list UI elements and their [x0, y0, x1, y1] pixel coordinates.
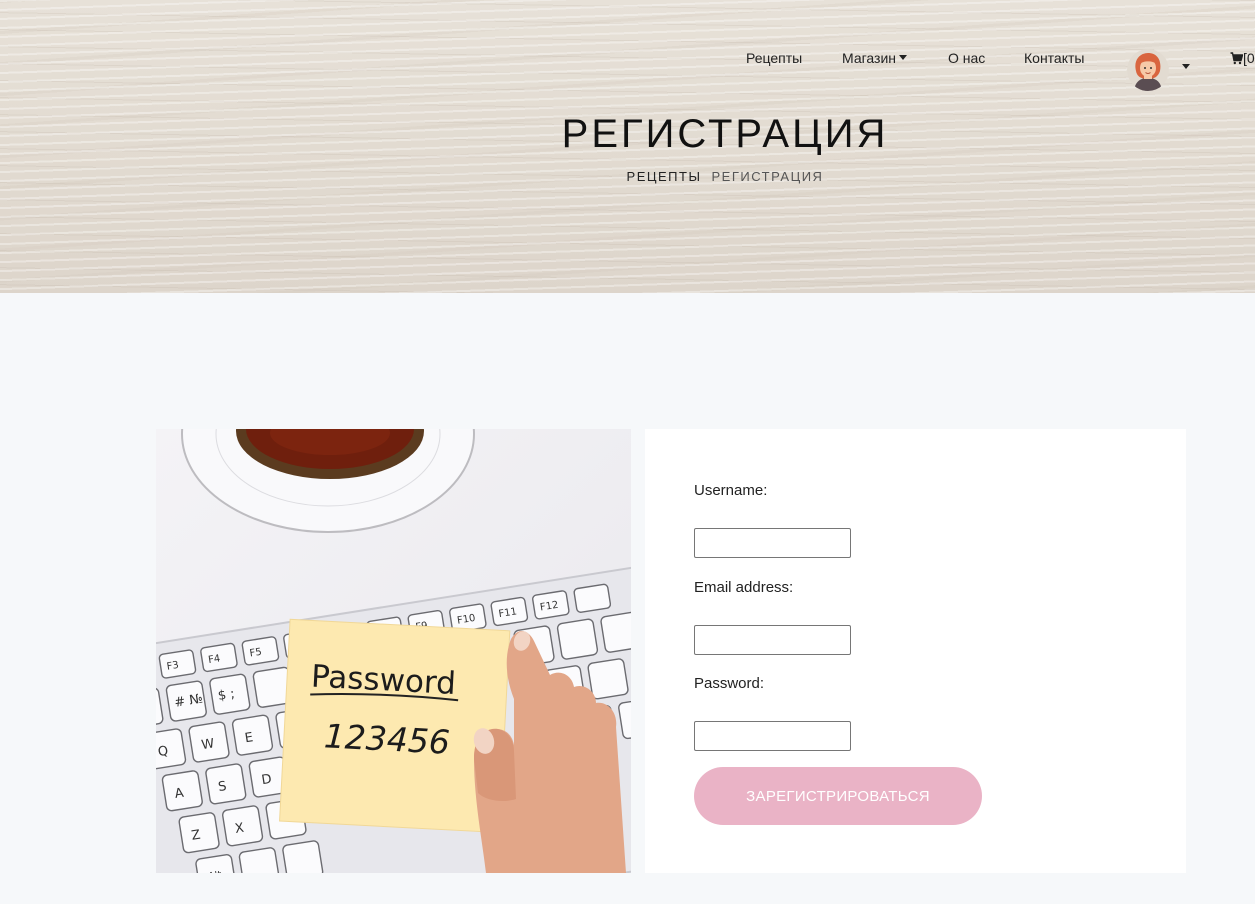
- user-menu-caret-icon[interactable]: [1182, 64, 1190, 69]
- breadcrumb-link-recipes[interactable]: РЕЦЕПТЫ: [627, 169, 702, 184]
- register-button[interactable]: ЗАРЕГИСТРИРОВАТЬСЯ: [694, 767, 982, 825]
- svg-text:F4: F4: [207, 653, 221, 666]
- password-label: Password:: [694, 675, 765, 692]
- cart-link[interactable]: [0: [1230, 48, 1255, 68]
- page-title: РЕГИСТРАЦИЯ: [561, 112, 889, 156]
- nav-item-recipes[interactable]: Рецепты: [746, 48, 802, 68]
- password-field[interactable]: [694, 721, 851, 751]
- registration-form: Username: Email address: Password: ЗАРЕГ…: [645, 429, 1186, 873]
- nav-item-contacts[interactable]: Контакты: [1024, 48, 1084, 68]
- user-avatar[interactable]: [1127, 49, 1169, 91]
- note-text-line2: 123456: [323, 716, 451, 762]
- email-field[interactable]: [694, 625, 851, 655]
- svg-text:$ ;: $ ;: [217, 687, 236, 704]
- nav-item-shop[interactable]: Магазин: [842, 48, 908, 68]
- registration-photo: F2F3F4 F5F6F7 F8F9F10 F11F12 @"# № $ ;Q …: [156, 429, 631, 873]
- svg-text:F3: F3: [166, 660, 180, 673]
- breadcrumb-current: РЕГИСТРАЦИЯ: [711, 169, 824, 184]
- note-text-line1: Password: [310, 658, 456, 702]
- main-nav: Рецепты Магазин О нас Контакты: [0, 48, 1255, 68]
- breadcrumb: РЕЦЕПТЫ РЕГИСТРАЦИЯ: [0, 169, 1255, 184]
- svg-text:F5: F5: [249, 647, 263, 660]
- email-label: Email address:: [694, 579, 794, 596]
- avatar-illustration-icon: [1127, 49, 1169, 91]
- cart-count: [0: [1243, 50, 1255, 66]
- username-label: Username:: [694, 482, 768, 499]
- nav-item-shop-label: Магазин: [842, 50, 897, 66]
- svg-text:W: W: [200, 736, 215, 753]
- hero-banner: Рецепты Магазин О нас Контакты [0 РЕГИСТ…: [0, 0, 1255, 293]
- username-field[interactable]: [694, 528, 851, 558]
- cart-icon: [1230, 52, 1244, 65]
- nav-item-about[interactable]: О нас: [948, 48, 985, 68]
- chevron-down-icon: [899, 54, 908, 60]
- keyboard-sticky-note-image: F2F3F4 F5F6F7 F8F9F10 F11F12 @"# № $ ;Q …: [156, 429, 631, 873]
